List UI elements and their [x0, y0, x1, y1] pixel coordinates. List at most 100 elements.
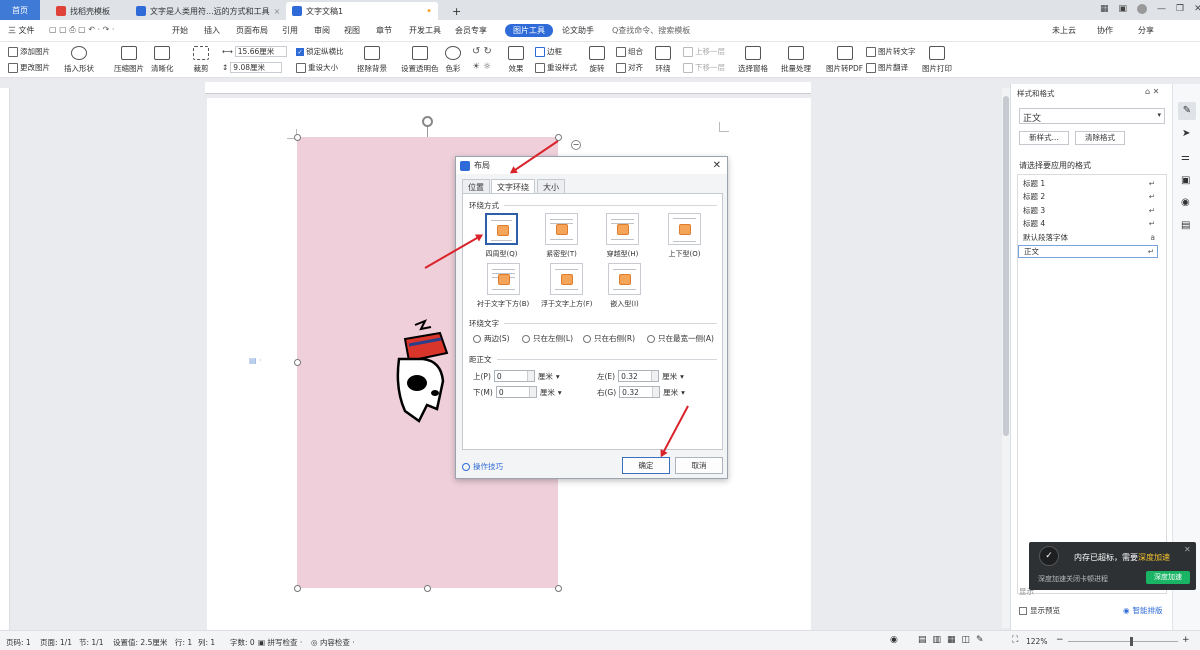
resize-handle-sw[interactable]: [294, 585, 301, 592]
section-info[interactable]: 节: 1/1: [79, 637, 103, 648]
smart-layout-link[interactable]: ◉ 智能排版: [1123, 605, 1163, 616]
avatar[interactable]: [1137, 4, 1148, 14]
crop-button[interactable]: 裁剪: [193, 46, 209, 74]
bring-forward-button[interactable]: 上移一层: [683, 46, 725, 57]
tab-template[interactable]: 找稻壳模板: [50, 2, 128, 20]
image-translate-button[interactable]: 图片翻译: [866, 62, 908, 73]
grid-icon[interactable]: ▣: [1119, 4, 1128, 14]
wrap-left-only-radio[interactable]: 只在左侧(L): [522, 333, 573, 344]
page-count[interactable]: 页面: 1/1: [40, 637, 72, 648]
setting-value[interactable]: 设置值: 2.5厘米: [113, 637, 167, 648]
menu-member[interactable]: 会员专享: [455, 25, 487, 36]
distance-bottom-field[interactable]: 下(M) 0 厘米 ▾: [473, 386, 562, 398]
ok-button[interactable]: 确定: [622, 457, 670, 474]
dropdown-icon[interactable]: ▾: [680, 372, 684, 381]
accelerate-button[interactable]: 深度加速: [1146, 571, 1190, 584]
resize-handle-s[interactable]: [424, 585, 431, 592]
batch-button[interactable]: 批量处理: [781, 46, 811, 74]
change-image-button[interactable]: 更改图片: [8, 62, 50, 73]
layout-icon[interactable]: ▦: [1100, 4, 1109, 14]
dropdown-icon[interactable]: ▾: [558, 388, 562, 397]
dropdown-icon[interactable]: ▾: [556, 372, 560, 381]
sharpen-button[interactable]: 清晰化: [151, 46, 174, 74]
image-print-button[interactable]: 图片打印: [922, 46, 952, 74]
style-normal[interactable]: 正文 ↵: [1018, 245, 1158, 258]
word-count[interactable]: 字数: 0: [230, 637, 255, 648]
horizontal-ruler[interactable]: [205, 82, 811, 94]
show-preview-checkbox[interactable]: 显示预览: [1019, 605, 1060, 616]
tips-link[interactable]: 操作技巧: [462, 461, 503, 472]
rotate-left-icon[interactable]: ↺ ↻: [472, 46, 492, 57]
lock-ratio-checkbox[interactable]: ✓ 锁定纵横比: [296, 46, 344, 57]
rotate-button[interactable]: 旋转: [589, 46, 605, 74]
width-input[interactable]: 15.66厘米: [234, 46, 287, 57]
zoom-level[interactable]: 122%: [1026, 637, 1047, 646]
style-heading-4[interactable]: 标题 4 ↵: [1018, 217, 1158, 230]
clear-format-button[interactable]: 清除格式: [1075, 131, 1125, 145]
menu-start[interactable]: 开始: [172, 25, 188, 36]
style-default-font[interactable]: 默认段落字体 a: [1018, 231, 1158, 244]
unsaved-dot-icon[interactable]: •: [426, 6, 432, 17]
menu-developer[interactable]: 开发工具: [409, 25, 441, 36]
content-check-button[interactable]: ◎ 内容检查 ·: [311, 637, 355, 648]
scroll-thumb[interactable]: [1003, 96, 1009, 436]
distance-left-field[interactable]: 左(E) 0.32 厘米 ▾: [597, 370, 684, 382]
wrap-button[interactable]: 环绕: [655, 46, 671, 74]
image-icon[interactable]: ▣: [1181, 175, 1190, 186]
menu-review[interactable]: 审阅: [314, 25, 330, 36]
share-button[interactable]: 分享: [1138, 25, 1154, 36]
new-style-button[interactable]: 新样式...: [1019, 131, 1069, 145]
wrap-tight-option[interactable]: 紧密型(T): [545, 213, 578, 259]
distance-top-field[interactable]: 上(P) 0 厘米 ▾: [473, 370, 560, 382]
image-to-text-button[interactable]: 图片转文字: [866, 46, 916, 57]
tab-document-2[interactable]: 文字文稿1 •: [286, 2, 438, 20]
send-backward-button[interactable]: 下移一层: [683, 62, 725, 73]
close-window-icon[interactable]: ✕: [1194, 4, 1200, 14]
cursor-icon[interactable]: ➤: [1182, 128, 1190, 139]
menu-picture-tools[interactable]: 图片工具: [505, 24, 553, 37]
zoom-in-icon[interactable]: +: [1182, 635, 1190, 645]
bottom-input[interactable]: 0: [495, 386, 537, 398]
wrap-through-option[interactable]: 穿越型(H): [606, 213, 639, 259]
image-to-pdf-button[interactable]: 图片转PDF: [826, 46, 863, 74]
view-mode-icons[interactable]: ▤▥▦◫✎: [918, 635, 990, 645]
maximize-icon[interactable]: ❐: [1176, 4, 1184, 14]
tab-position[interactable]: 位置: [462, 179, 490, 193]
resource-icon[interactable]: ▤: [1181, 220, 1190, 231]
effect-button[interactable]: 效果: [508, 46, 524, 74]
command-search[interactable]: Q查找命令、搜索模板: [612, 25, 690, 36]
menu-reference[interactable]: 引用: [282, 25, 298, 36]
menu-view[interactable]: 视图: [344, 25, 360, 36]
transparent-color-button[interactable]: 设置透明色: [401, 46, 439, 74]
style-heading-1[interactable]: 标题 1 ↵: [1018, 177, 1158, 190]
style-heading-2[interactable]: 标题 2 ↵: [1018, 190, 1158, 203]
tab-document-1[interactable]: 文字是人类用符...远的方式和工具 ×: [130, 2, 282, 20]
rotate-handle-icon[interactable]: [422, 116, 433, 127]
distance-right-field[interactable]: 右(G) 0.32 厘米 ▾: [597, 386, 685, 398]
close-icon[interactable]: ×: [274, 7, 281, 16]
tab-home[interactable]: 首页: [0, 0, 40, 20]
insert-shape-button[interactable]: 插入形状: [64, 46, 94, 74]
page-number[interactable]: 页码: 1: [6, 637, 31, 648]
close-icon[interactable]: ✕: [713, 160, 721, 171]
collaborate-button[interactable]: 协作: [1097, 25, 1113, 36]
resize-handle-w[interactable]: [294, 359, 301, 366]
tab-size[interactable]: 大小: [537, 179, 565, 193]
wrap-inline-option[interactable]: 嵌入型(I): [608, 263, 641, 309]
select-pane-button[interactable]: 选择窗格: [738, 46, 768, 74]
fit-icon[interactable]: ⛶: [1012, 635, 1018, 645]
vertical-scrollbar[interactable]: [1002, 88, 1010, 628]
wrap-right-only-radio[interactable]: 只在右侧(R): [583, 333, 635, 344]
wrap-square-option[interactable]: 四周型(Q): [485, 213, 518, 259]
width-field[interactable]: ⟷ 15.66厘米: [222, 46, 287, 57]
reset-style-button[interactable]: 重设样式: [535, 62, 577, 73]
zoom-out-icon[interactable]: −: [1056, 635, 1064, 645]
minimize-icon[interactable]: —: [1157, 4, 1166, 14]
menu-insert[interactable]: 插入: [204, 25, 220, 36]
wrap-top-bottom-option[interactable]: 上下型(O): [668, 213, 701, 259]
resize-handle-se[interactable]: [555, 585, 562, 592]
spell-check-button[interactable]: ▣ 拼写检查 ·: [258, 637, 302, 648]
border-button[interactable]: 边框: [535, 46, 562, 57]
vertical-ruler[interactable]: [0, 88, 10, 630]
quick-access-icons[interactable]: ▢ ▢ ⎙ ▢ ↶ · ↷ ·: [49, 25, 114, 35]
